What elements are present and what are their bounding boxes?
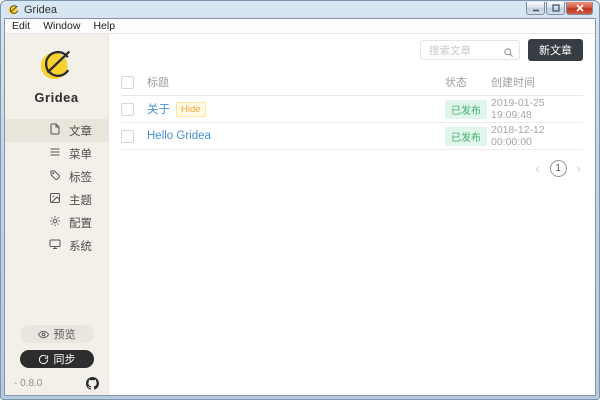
tag-icon bbox=[49, 169, 61, 184]
column-created: 创建时间 bbox=[491, 74, 583, 90]
menu-edit[interactable]: Edit bbox=[12, 20, 30, 32]
minimize-button[interactable] bbox=[526, 2, 545, 15]
next-page-arrow[interactable]: › bbox=[577, 162, 581, 175]
sidebar-bottom: 预览 同步 - 0.8.0 bbox=[5, 325, 108, 395]
sidebar-item-theme[interactable]: 主题 bbox=[5, 188, 108, 211]
table-row: 关于 Hide 已发布 2019-01-25 19:09:48 bbox=[121, 96, 583, 123]
table-row: Hello Gridea 已发布 2018-12-12 00:00:00 bbox=[121, 123, 583, 150]
sidebar-item-system[interactable]: 系统 bbox=[5, 234, 108, 257]
sidebar-item-label: 菜单 bbox=[69, 146, 92, 162]
window-controls bbox=[525, 2, 593, 15]
app-window: Gridea Edit Window Help bbox=[0, 0, 600, 400]
app-logo-icon bbox=[8, 4, 19, 15]
menu-window[interactable]: Window bbox=[43, 20, 80, 32]
titlebar[interactable]: Gridea bbox=[1, 1, 599, 17]
menubar: Edit Window Help bbox=[5, 19, 595, 34]
sidebar-item-tags[interactable]: 标签 bbox=[5, 165, 108, 188]
preview-button[interactable]: 预览 bbox=[20, 325, 94, 343]
screen: Gridea Edit Window Help bbox=[0, 0, 600, 400]
logo-block: Gridea bbox=[5, 44, 108, 105]
search-icon[interactable] bbox=[503, 45, 514, 63]
articles-table: 标题 状态 创建时间 关于 Hide 已发布 2019-01-25 19:09: bbox=[121, 69, 583, 150]
sidebar-item-label: 系统 bbox=[69, 238, 92, 254]
version-label: - 0.8.0 bbox=[14, 378, 42, 389]
sidebar-item-label: 标签 bbox=[69, 169, 92, 185]
sidebar-footer: - 0.8.0 bbox=[5, 375, 108, 390]
preview-label: 预览 bbox=[54, 326, 76, 342]
gear-icon bbox=[49, 215, 61, 230]
column-status: 状态 bbox=[445, 74, 491, 90]
monitor-icon bbox=[49, 238, 61, 253]
sync-label: 同步 bbox=[54, 351, 76, 367]
gridea-logo-icon bbox=[38, 69, 76, 86]
toolbar: 新文章 bbox=[121, 39, 583, 61]
sidebar-item-label: 主题 bbox=[69, 192, 92, 208]
row-checkbox[interactable] bbox=[121, 130, 134, 143]
table-header-row: 标题 状态 创建时间 bbox=[121, 69, 583, 96]
sidebar-item-label: 配置 bbox=[69, 215, 92, 231]
created-time: 2019-01-25 19:09:48 bbox=[491, 97, 583, 121]
file-icon bbox=[49, 123, 61, 138]
row-checkbox[interactable] bbox=[121, 103, 134, 116]
sync-button[interactable]: 同步 bbox=[20, 350, 94, 368]
app-name: Gridea bbox=[5, 90, 108, 105]
status-badge: 已发布 bbox=[445, 127, 487, 146]
github-icon[interactable] bbox=[86, 377, 99, 390]
search-box bbox=[420, 40, 520, 60]
sidebar-item-label: 文章 bbox=[69, 123, 92, 139]
pagination: ‹ 1 › bbox=[121, 160, 583, 177]
client-area: Edit Window Help Gridea bbox=[4, 18, 596, 396]
status-badge: 已发布 bbox=[445, 100, 487, 119]
sidebar: Gridea 文章 菜单 标签 bbox=[5, 34, 109, 395]
sidebar-item-articles[interactable]: 文章 bbox=[5, 119, 108, 142]
hide-tag: Hide bbox=[176, 102, 206, 117]
maximize-button[interactable] bbox=[546, 2, 565, 15]
column-title: 标题 bbox=[147, 74, 445, 90]
created-time: 2018-12-12 00:00:00 bbox=[491, 124, 583, 148]
sidebar-item-config[interactable]: 配置 bbox=[5, 211, 108, 234]
main-content: 新文章 标题 状态 创建时间 关于 bbox=[109, 34, 595, 395]
window-title: Gridea bbox=[24, 4, 57, 16]
image-icon bbox=[49, 192, 61, 207]
close-button[interactable] bbox=[566, 2, 593, 15]
eye-icon bbox=[38, 329, 49, 340]
menu-help[interactable]: Help bbox=[93, 20, 115, 32]
article-title-link[interactable]: 关于 bbox=[147, 101, 170, 117]
new-article-button[interactable]: 新文章 bbox=[528, 39, 583, 61]
sync-icon bbox=[38, 354, 49, 365]
select-all-checkbox[interactable] bbox=[121, 76, 134, 89]
menu-icon bbox=[49, 146, 61, 161]
page-number[interactable]: 1 bbox=[550, 160, 567, 177]
sidebar-nav: 文章 菜单 标签 主题 bbox=[5, 119, 108, 257]
article-title-link[interactable]: Hello Gridea bbox=[147, 130, 211, 142]
prev-page-arrow[interactable]: ‹ bbox=[535, 162, 539, 175]
sidebar-item-menu[interactable]: 菜单 bbox=[5, 142, 108, 165]
